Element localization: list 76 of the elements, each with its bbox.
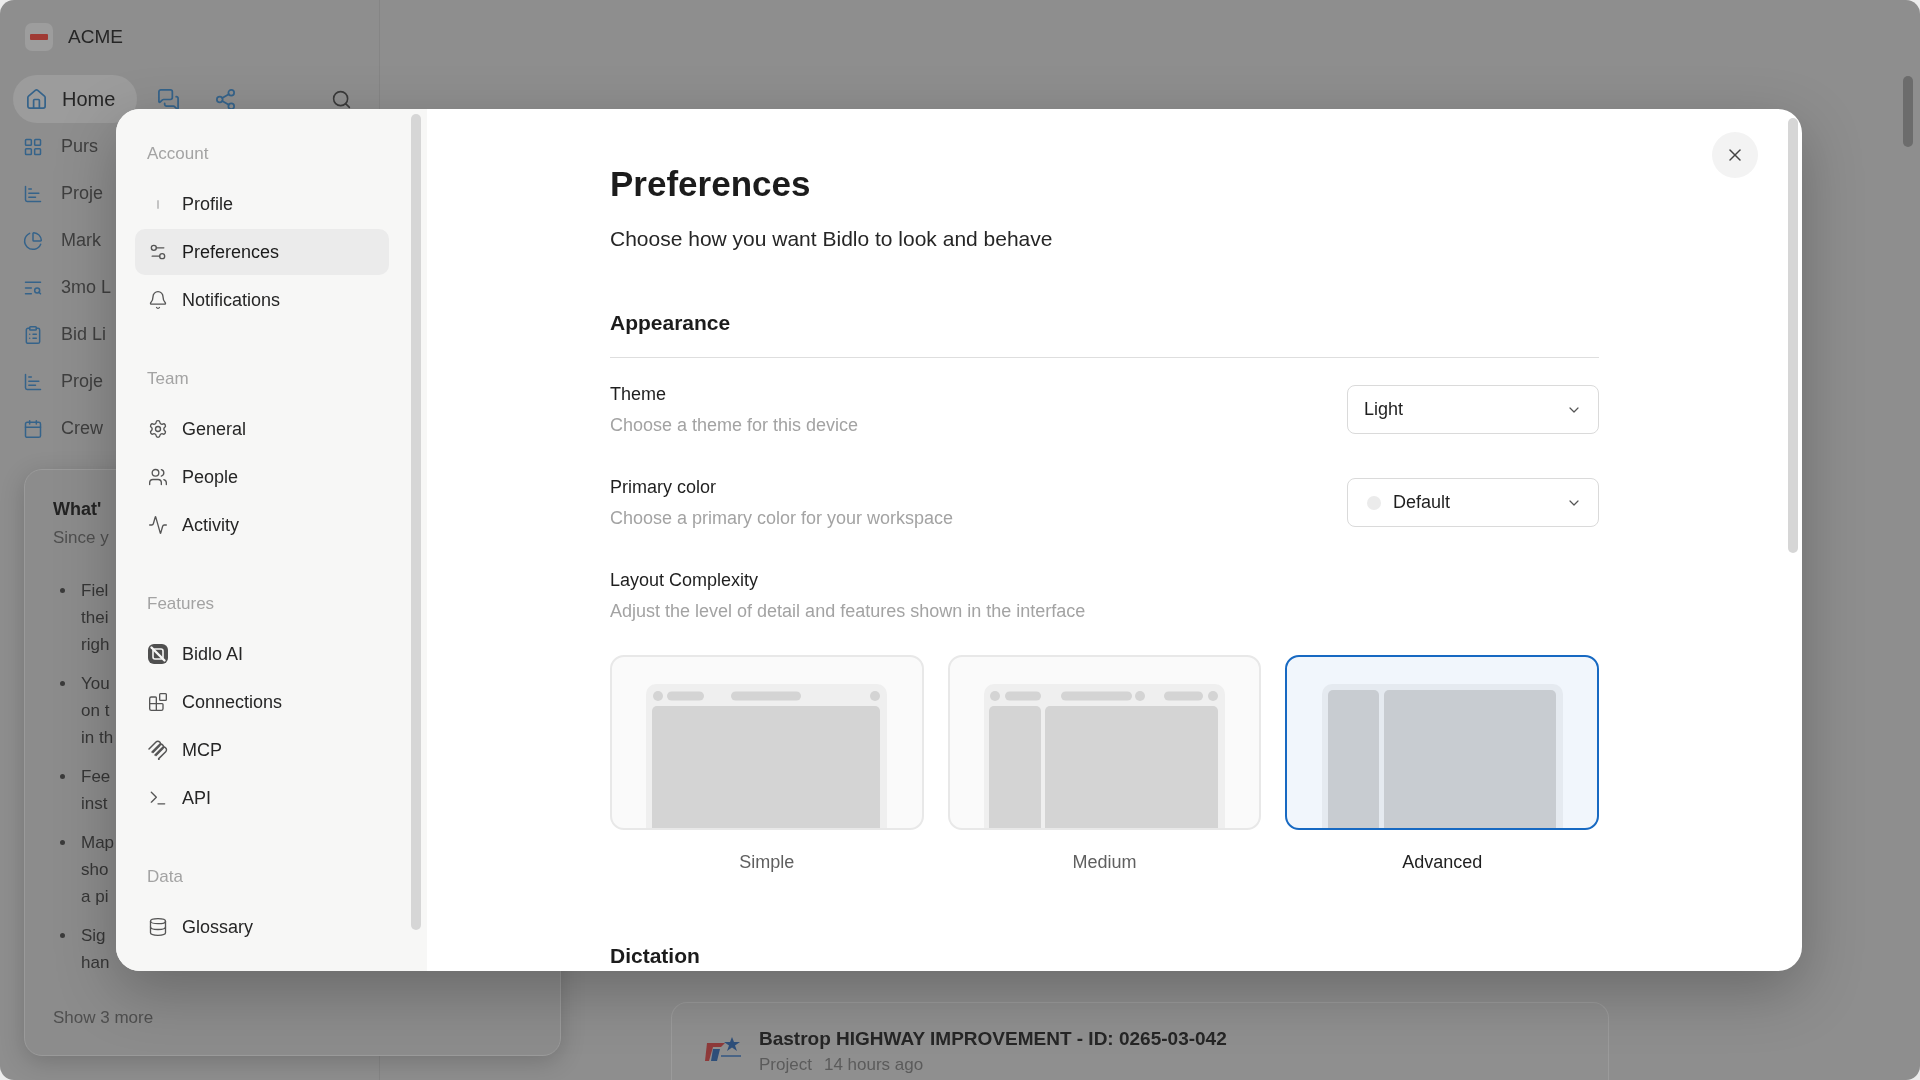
layout-option-label: Simple: [739, 851, 795, 874]
bullet-text: sho: [81, 859, 109, 881]
layout-option-label: Medium: [1072, 851, 1137, 874]
bullet-text: Fiel: [81, 580, 109, 602]
home-tab[interactable]: Home: [13, 75, 138, 123]
setting-description: Adjust the level of detail and features shown in the interface: [610, 600, 1086, 623]
panel-title: What': [53, 498, 102, 521]
users-icon: [148, 467, 168, 487]
search-icon[interactable]: [331, 88, 352, 110]
nav-section-heading: Data: [147, 866, 183, 888]
scrollbar-thumb[interactable]: [1903, 76, 1913, 147]
sliders-icon: [148, 242, 168, 262]
nodes-icon[interactable]: [214, 87, 238, 111]
scrollbar-thumb[interactable]: [1788, 118, 1798, 553]
section-heading: Appearance: [610, 309, 1599, 358]
bullet-text: inst: [81, 793, 108, 815]
star-logo-icon: [705, 1037, 741, 1063]
close-button[interactable]: [1712, 132, 1758, 178]
nav-section-heading: Account: [147, 143, 209, 165]
logo-icon: [25, 23, 53, 51]
setting-label: Theme: [610, 383, 667, 406]
bar-chart-icon: [23, 183, 43, 204]
bullet-text: in th: [81, 727, 114, 749]
bullet-text: a pi: [81, 886, 109, 908]
line-icon: [157, 199, 159, 209]
nav-item[interactable]: Glossary: [135, 904, 389, 950]
blocks-icon: [148, 692, 168, 712]
terminal-icon: [148, 788, 168, 808]
clipboard-list-icon: [23, 324, 43, 345]
database-icon: [148, 917, 168, 937]
chat-icon[interactable]: [157, 87, 181, 111]
nav-item[interactable]: Notifications: [135, 277, 389, 323]
settings-icon: [148, 419, 168, 439]
nav-item[interactable]: Bidlo AI: [135, 631, 389, 677]
bullet-text: righ: [81, 634, 110, 656]
pie-chart-icon: [23, 230, 43, 251]
bullet-text: han: [81, 952, 110, 974]
page-title: Preferences: [610, 163, 811, 205]
nav-item[interactable]: Preferences: [135, 229, 389, 275]
workspace-name: ACME: [68, 25, 123, 49]
bullet-text: Sig: [81, 925, 106, 947]
nav-section-heading: Features: [147, 593, 215, 615]
setting-description: Choose a primary color for your workspace: [610, 507, 954, 530]
layout-option-card[interactable]: [1285, 655, 1599, 830]
layout-option-label: Advanced: [1402, 851, 1483, 874]
nav-item[interactable]: MCP: [135, 727, 389, 773]
setting-label: Layout Complexity: [610, 569, 759, 592]
nav-item[interactable]: General: [135, 406, 389, 452]
curved-lines-icon: [148, 740, 168, 760]
nav-item[interactable]: Connections: [135, 679, 389, 725]
setting-label: Primary color: [610, 476, 716, 499]
bullet-text: on t: [81, 700, 110, 722]
section-heading: Dictation: [610, 944, 700, 968]
nav-item[interactable]: People: [135, 454, 389, 500]
grid-icon: [23, 136, 43, 157]
setting-description: Choose a theme for this device: [610, 414, 859, 437]
slashed-square-icon: [148, 644, 168, 664]
item-title: Bastrop HIGHWAY IMPROVEMENT - ID: 0265-03-042: [759, 1027, 1227, 1051]
nav-item[interactable]: API: [135, 775, 389, 821]
bullet-text: You: [81, 673, 110, 695]
bullet-text: Fee: [81, 766, 111, 788]
scrollbar-thumb[interactable]: [411, 114, 421, 930]
dropdown[interactable]: Light: [1347, 385, 1599, 434]
page-subtitle: Choose how you want Bidlo to look and behave: [610, 226, 1053, 252]
bar-chart-icon: [23, 371, 43, 392]
bell-icon: [148, 290, 168, 310]
pulse-icon: [148, 515, 168, 535]
panel-subtitle: Since y: [53, 527, 109, 549]
bullet-text: thei: [81, 607, 109, 629]
nav-section-heading: Team: [147, 368, 189, 390]
nav-item[interactable]: Profile: [135, 181, 389, 227]
nav-item[interactable]: Activity: [135, 502, 389, 548]
dropdown[interactable]: Default: [1347, 478, 1599, 527]
bullet-text: Map: [81, 832, 115, 854]
calendar-icon: [23, 418, 43, 439]
home-icon: [25, 87, 48, 111]
